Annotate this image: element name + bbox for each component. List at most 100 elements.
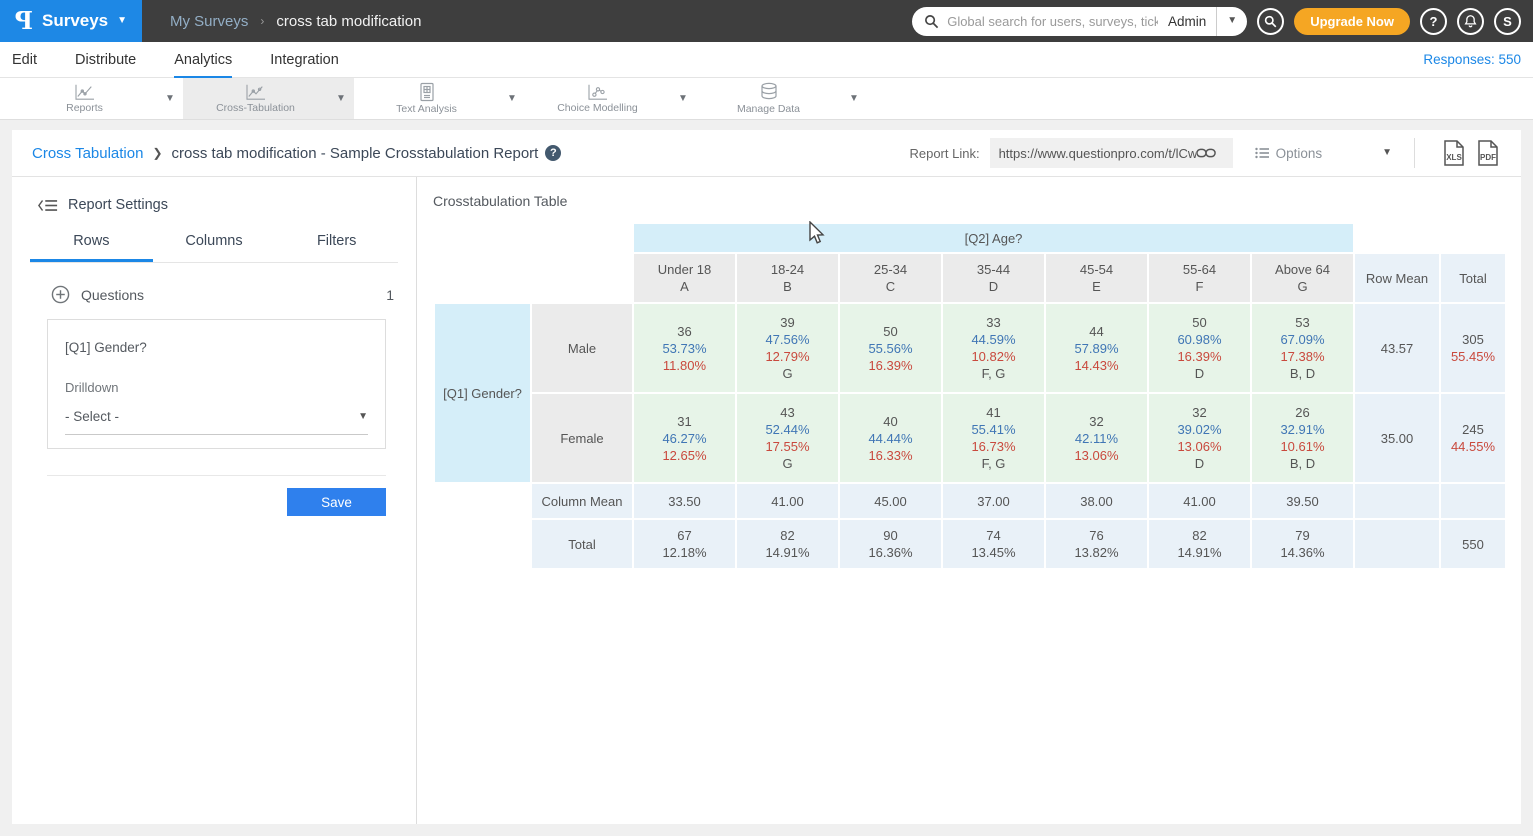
- report-link-label: Report Link:: [909, 146, 979, 161]
- tab-integration[interactable]: Integration: [270, 42, 339, 78]
- report-link-box: https://www.questionpro.com/t/lCw3Zc: [990, 138, 1233, 168]
- bell-icon: [1464, 14, 1477, 28]
- column-mean-label: Column Mean: [532, 484, 632, 518]
- reports-dropdown[interactable]: ▼: [157, 93, 183, 104]
- manage-data-dropdown[interactable]: ▼: [841, 93, 867, 104]
- choice-modelling-dropdown[interactable]: ▼: [670, 93, 696, 104]
- column-mean-empty: [1355, 484, 1439, 518]
- cross-tabulation-button[interactable]: Cross-Tabulation: [183, 78, 328, 119]
- avatar-initial: S: [1503, 14, 1512, 29]
- page-title: cross tab modification - Sample Crosstab…: [172, 145, 539, 162]
- data-cell: 4457.89%14.43%: [1046, 304, 1147, 392]
- drilldown-select[interactable]: - Select - ▼: [65, 409, 368, 435]
- avatar[interactable]: S: [1494, 8, 1521, 35]
- export-pdf-icon[interactable]: PDF: [1475, 139, 1501, 167]
- manage-data-button[interactable]: Manage Data: [696, 78, 841, 119]
- options-label: Options: [1276, 146, 1323, 161]
- chevron-down-icon: ▼: [117, 16, 127, 26]
- tab-analytics[interactable]: Analytics: [174, 42, 232, 78]
- list-icon: [1255, 147, 1269, 159]
- grand-total-cell: 550: [1441, 520, 1505, 568]
- column-mean-cell: 37.00: [943, 484, 1044, 518]
- tab-rows[interactable]: Rows: [30, 233, 153, 262]
- row-total-cell: 30555.45%: [1441, 304, 1505, 392]
- add-question-icon[interactable]: [51, 285, 70, 304]
- total-cell: 7413.45%: [943, 520, 1044, 568]
- report-content: Cross Tabulation ❯ cross tab modificatio…: [12, 130, 1521, 824]
- panel-title: Report Settings: [68, 197, 168, 213]
- reports-button[interactable]: Reports: [12, 78, 157, 119]
- crosstab-table: [Q2] Age? Under 18A 18-24B 25-34C 35-44D…: [433, 222, 1507, 570]
- total-cell: 9016.36%: [840, 520, 941, 568]
- total-cell: 8214.91%: [1149, 520, 1250, 568]
- tab-filters[interactable]: Filters: [275, 233, 398, 262]
- toolbar-item-label: Cross-Tabulation: [216, 102, 295, 114]
- choice-modelling-button[interactable]: Choice Modelling: [525, 78, 670, 119]
- report-link-url[interactable]: https://www.questionpro.com/t/lCw3Zc: [999, 146, 1196, 161]
- crosstab-section-title: Crosstabulation Table: [433, 193, 1521, 209]
- data-cell: 3239.02%13.06%D: [1149, 394, 1250, 482]
- total-row: Total 6712.18% 8214.91% 9016.36% 7413.45…: [435, 520, 1505, 568]
- questions-count: 1: [386, 287, 394, 303]
- question-mark-icon: ?: [1430, 14, 1438, 29]
- collapse-panel-icon[interactable]: [38, 198, 58, 213]
- line-chart-icon: [245, 83, 267, 101]
- total-empty: [1355, 520, 1439, 568]
- row-mean-header: Row Mean: [1355, 254, 1439, 302]
- tab-edit[interactable]: Edit: [12, 42, 37, 78]
- data-cell: 3947.56%12.79%G: [737, 304, 838, 392]
- link-icon[interactable]: [1196, 147, 1216, 159]
- data-cell: 4044.44%16.33%: [840, 394, 941, 482]
- data-cell: 3146.27%12.65%: [634, 394, 735, 482]
- product-switcher[interactable]: P Surveys ▼: [0, 0, 142, 42]
- data-cell: 3242.11%13.06%: [1046, 394, 1147, 482]
- data-cell: 2632.91%10.61%B, D: [1252, 394, 1353, 482]
- row-total-cell: 24544.55%: [1441, 394, 1505, 482]
- data-cell: 3653.73%11.80%: [634, 304, 735, 392]
- question-title: [Q1] Gender?: [65, 340, 368, 355]
- tab-distribute[interactable]: Distribute: [75, 42, 136, 78]
- svg-text:PDF: PDF: [1480, 153, 1496, 162]
- settings-tabs: Rows Columns Filters: [30, 233, 398, 263]
- col-header: 18-24B: [737, 254, 838, 302]
- cross-tabulation-link[interactable]: Cross Tabulation: [32, 145, 143, 162]
- col-header-row: Under 18A 18-24B 25-34C 35-44D 45-54E 55…: [435, 254, 1505, 302]
- top-navigation-bar: P Surveys ▼ My Surveys › cross tab modif…: [0, 0, 1533, 42]
- toolbar-text-analysis: Text Analysis ▼: [354, 78, 525, 119]
- line-chart-icon: [74, 83, 96, 101]
- row-mean-cell: 43.57: [1355, 304, 1439, 392]
- help-icon[interactable]: ?: [545, 145, 561, 161]
- responses-count: Responses: 550: [1423, 52, 1521, 67]
- data-cell: 3344.59%10.82%F, G: [943, 304, 1044, 392]
- search-button[interactable]: [1257, 8, 1284, 35]
- col-header: 35-44D: [943, 254, 1044, 302]
- row-label: Female: [532, 394, 632, 482]
- table-row-male: [Q1] Gender? Male 3653.73%11.80% 3947.56…: [435, 304, 1505, 392]
- text-analysis-dropdown[interactable]: ▼: [499, 93, 525, 104]
- cross-tabulation-dropdown[interactable]: ▼: [328, 93, 354, 104]
- help-button[interactable]: ?: [1420, 8, 1447, 35]
- analytics-toolbar: Reports ▼ Cross-Tabulation ▼ Text Analys…: [0, 78, 1533, 120]
- toolbar-cross-tabulation: Cross-Tabulation ▼: [183, 78, 354, 119]
- notifications-button[interactable]: [1457, 8, 1484, 35]
- export-xls-icon[interactable]: XLS: [1441, 139, 1467, 167]
- column-mean-row: Column Mean 33.50 41.00 45.00 37.00 38.0…: [435, 484, 1505, 518]
- survey-nav: Edit Distribute Analytics Integration Re…: [0, 42, 1533, 78]
- toolbar-reports: Reports ▼: [12, 78, 183, 119]
- breadcrumb-my-surveys[interactable]: My Surveys: [170, 13, 248, 30]
- col-group-header: [Q2] Age?: [634, 224, 1353, 252]
- global-search-input[interactable]: [947, 14, 1158, 29]
- options-button[interactable]: Options ▼: [1255, 146, 1392, 161]
- toolbar-item-label: Choice Modelling: [557, 102, 638, 114]
- scatter-chart-icon: [587, 83, 609, 101]
- breadcrumb: My Surveys › cross tab modification: [170, 13, 421, 30]
- search-scope-dropdown[interactable]: ▼: [1217, 7, 1247, 36]
- save-button[interactable]: Save: [287, 488, 386, 516]
- database-icon: [759, 82, 779, 102]
- total-cell: 7613.82%: [1046, 520, 1147, 568]
- drilldown-label: Drilldown: [65, 380, 368, 395]
- upgrade-now-button[interactable]: Upgrade Now: [1294, 8, 1410, 35]
- text-analysis-button[interactable]: Text Analysis: [354, 78, 499, 119]
- data-cell: 4352.44%17.55%G: [737, 394, 838, 482]
- tab-columns[interactable]: Columns: [153, 233, 276, 262]
